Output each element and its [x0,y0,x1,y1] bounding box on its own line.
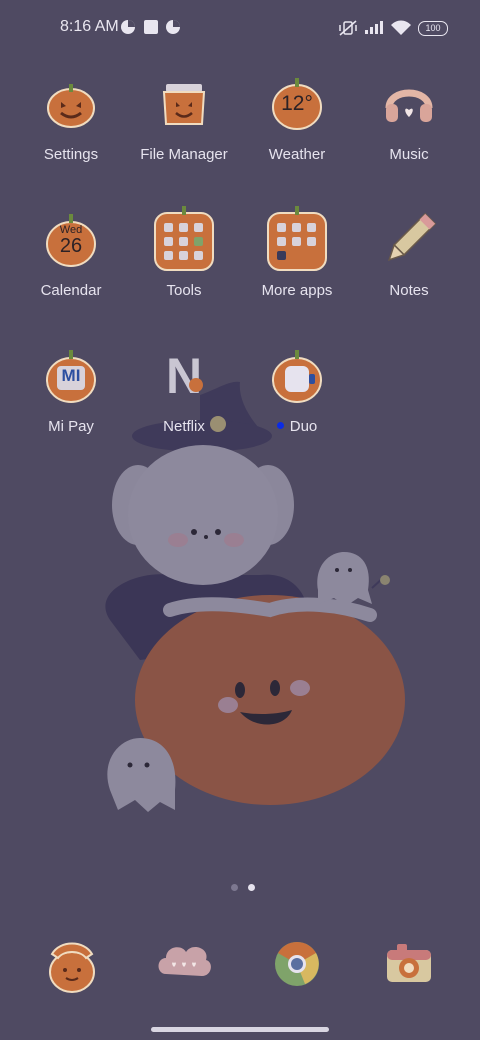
pie-notification-icon [121,20,135,34]
app-duo[interactable]: Duo [241,344,353,435]
camera-icon[interactable] [377,932,441,996]
folder-tools[interactable]: Tools [128,205,240,299]
ghost-left [107,738,176,812]
pumpkin-settings-icon [39,72,103,136]
pie-notification-icon [166,20,180,34]
app-label-text: Duo [289,418,318,435]
page-indicator [226,878,260,896]
app-label: Notes [389,282,429,299]
weather-temp: 12° [281,92,313,115]
folder-more-apps[interactable]: More apps [241,205,353,299]
calendar-date: 26 [59,235,83,257]
app-file-manager[interactable]: File Manager [128,72,240,163]
pumpkin-mipay-icon: MI [39,344,103,408]
chrome-icon[interactable] [265,932,329,996]
pumpkin-calendar-icon: Wed 26 [39,208,103,272]
mipay-logo: MI [61,366,81,385]
pumpkin-duo-icon [265,344,329,408]
app-mi-pay[interactable]: MI Mi Pay [15,344,127,435]
messages-cloud-icon[interactable] [152,930,216,994]
app-label: Tools [166,282,202,299]
app-label: Calendar [40,282,102,299]
app-label: Settings [43,146,99,163]
app-notes[interactable]: Notes [353,208,465,299]
app-netflix[interactable]: N Netflix [128,344,240,435]
app-settings[interactable]: Settings [15,72,127,163]
signal-icon [365,21,383,34]
page-dot-active[interactable] [248,884,255,891]
phone-icon[interactable] [40,932,104,996]
headphones-icon [377,72,441,136]
battery-indicator: 100 [418,21,448,36]
app-label: Duo [241,418,353,435]
pumpkin-illustration [135,595,405,805]
app-music[interactable]: Music [353,72,465,163]
app-label: File Manager [140,146,228,163]
square-notification-icon [144,20,158,34]
page-dot[interactable] [231,884,238,891]
app-label: More apps [261,282,333,299]
app-weather[interactable]: 12° Weather [241,72,353,163]
vibrate-off-icon [339,20,357,36]
ghost-right [317,552,390,606]
pencil-icon [377,208,441,272]
home-gesture-bar[interactable] [151,1027,329,1032]
app-label: Mi Pay [48,418,94,435]
clock: 8:16 AM [60,18,119,35]
app-label: Netflix [163,418,205,435]
wifi-icon [391,20,411,35]
netflix-n-icon: N [152,344,216,408]
status-bar: 8:16 AM 100 [0,0,480,56]
app-calendar[interactable]: Wed 26 Calendar [15,208,127,299]
pumpkin-bag-icon [152,72,216,136]
new-app-indicator [276,422,284,429]
folder-icon [265,205,329,272]
pumpkin-weather-icon: 12° [265,72,329,136]
folder-icon [152,205,216,272]
app-label: Weather [268,146,326,163]
app-label: Music [389,146,429,163]
